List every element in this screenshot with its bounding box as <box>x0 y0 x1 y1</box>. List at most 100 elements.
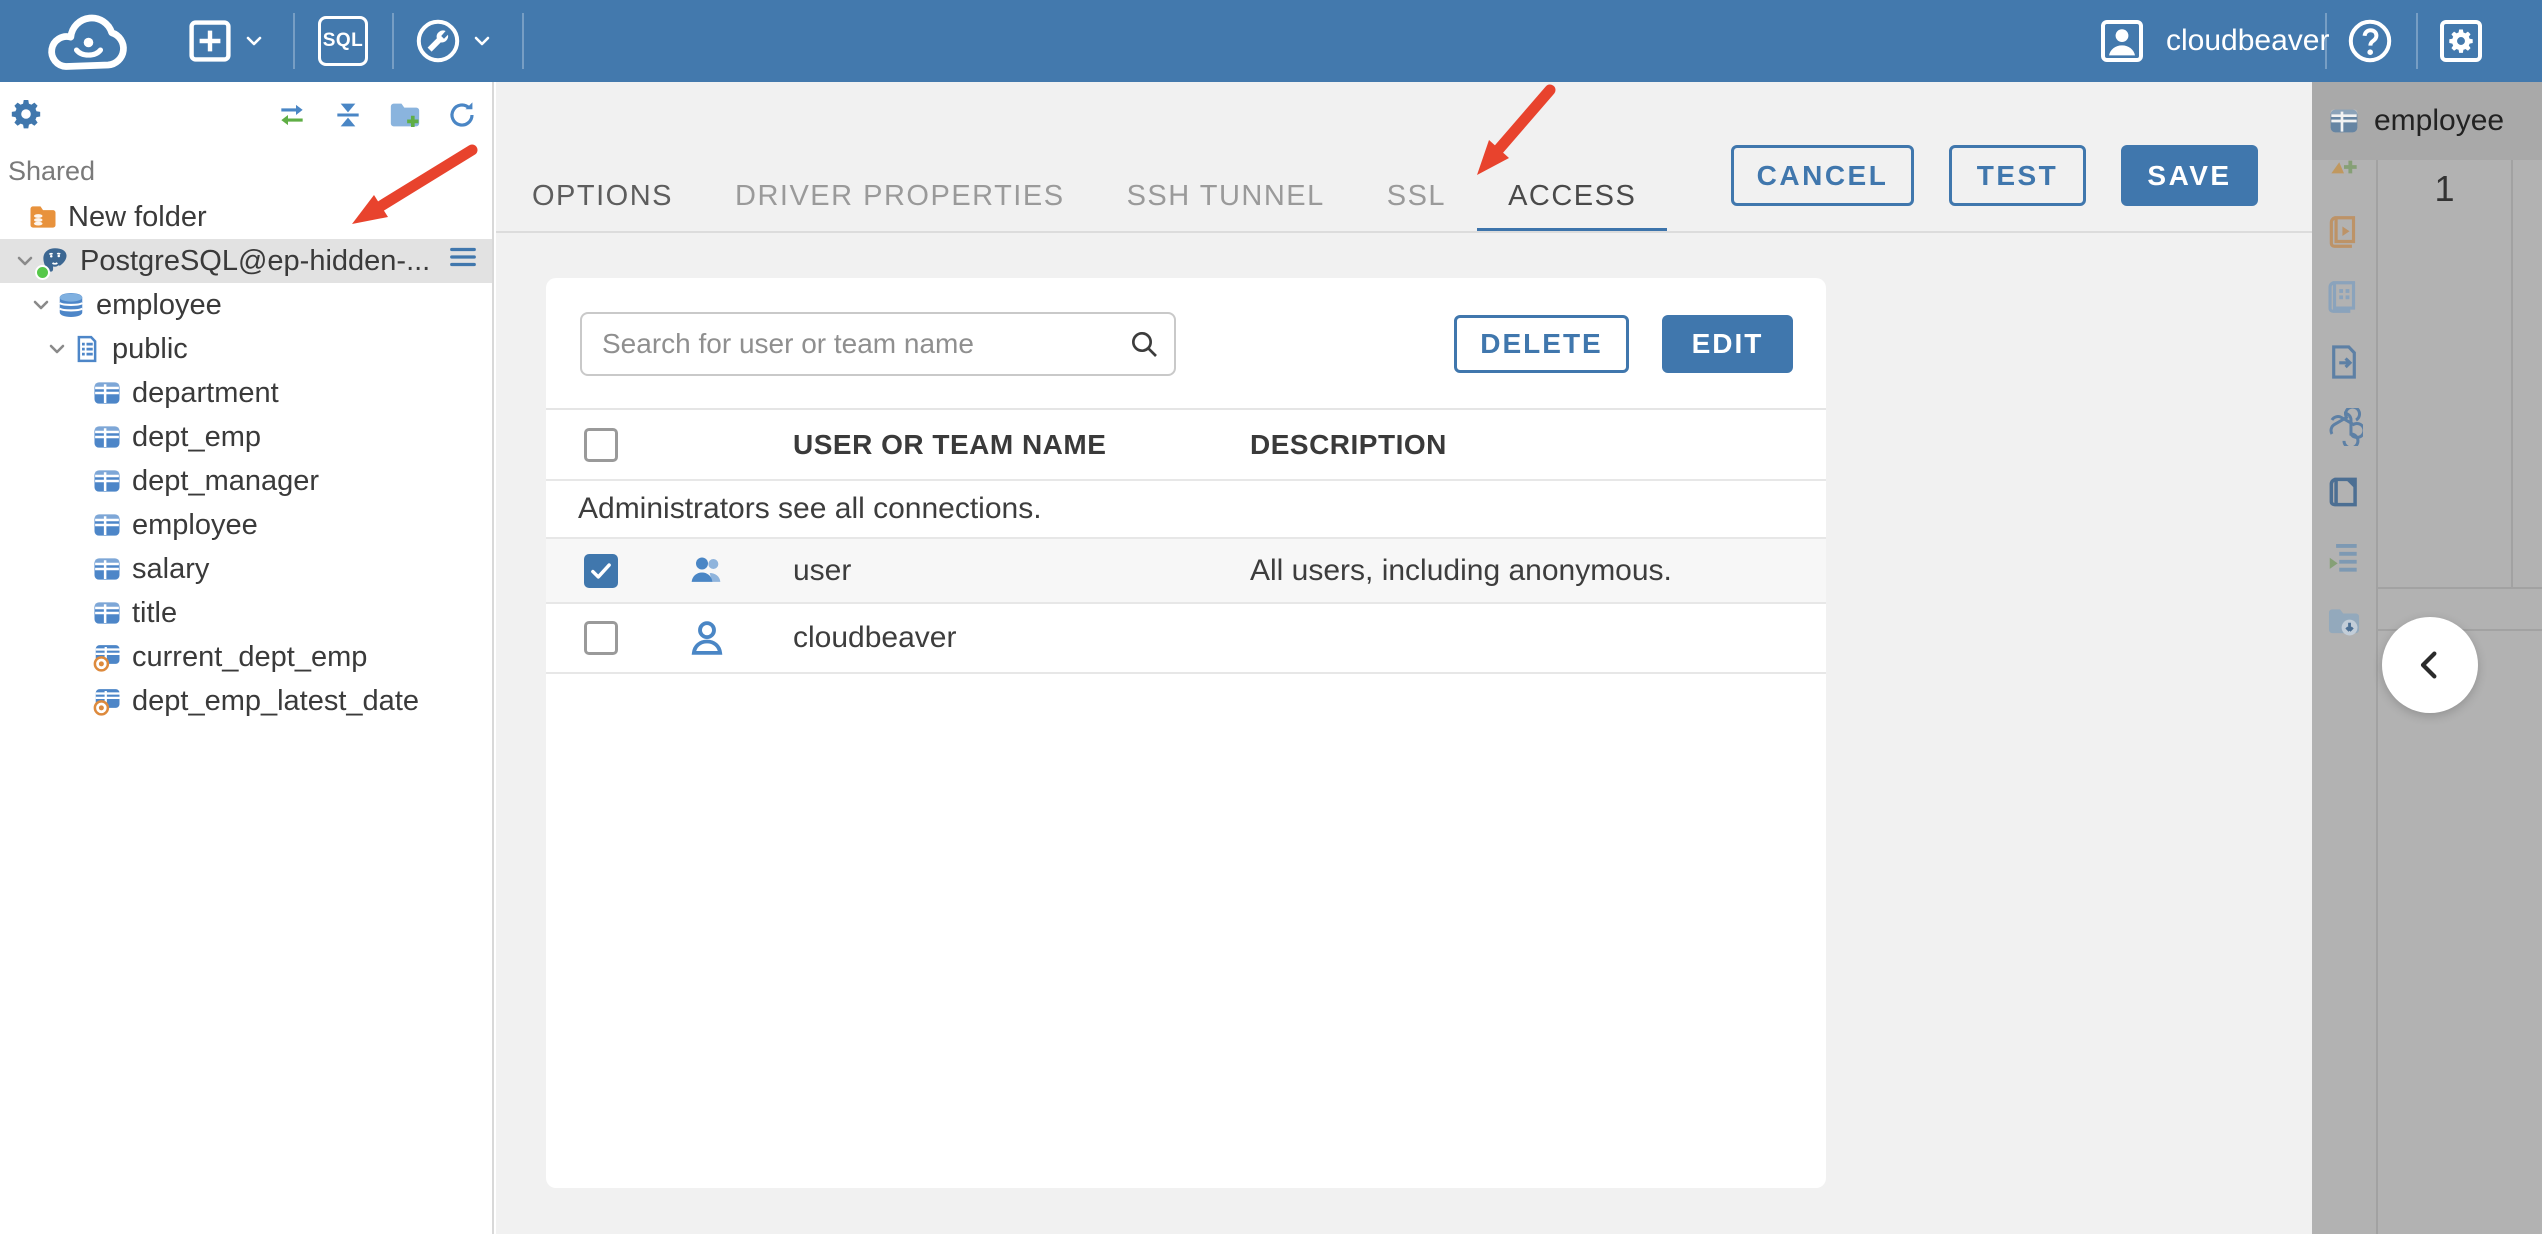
tree-item-postgresql-connection[interactable]: PostgreSQL@ep-hidden-... <box>0 239 492 283</box>
toolbar-divider <box>522 13 524 69</box>
tab-ssl[interactable]: SSL <box>1356 160 1477 233</box>
top-toolbar: SQL cloudbeaver <box>0 0 2542 82</box>
tree-item-table-dept-manager[interactable]: dept_manager <box>0 459 492 503</box>
table-icon <box>92 378 122 408</box>
navigator-tree: New folder PostgreSQL@ep-hidden-... empl… <box>0 195 492 723</box>
user-name-label: cloudbeaver <box>2166 24 2330 57</box>
chevron-down-icon[interactable] <box>26 293 56 317</box>
tab-driver-properties[interactable]: DRIVER PROPERTIES <box>704 160 1096 233</box>
settings-button[interactable] <box>2437 0 2485 82</box>
tree-item-label: dept_emp <box>132 420 261 453</box>
tree-item-label: dept_emp_latest_date <box>132 684 419 717</box>
grid-bottom-divider <box>2378 587 2542 589</box>
access-table: USER OR TEAM NAME DESCRIPTION Administra… <box>546 408 1826 674</box>
tree-item-label: dept_manager <box>132 464 320 497</box>
table-header-row: USER OR TEAM NAME DESCRIPTION <box>546 410 1826 481</box>
table-row-user[interactable]: user All users, including anonymous. <box>546 539 1826 604</box>
gear-icon <box>10 98 42 130</box>
cloudbeaver-logo-icon <box>36 5 138 77</box>
table-icon <box>92 422 122 452</box>
person-icon <box>682 617 732 659</box>
tree-item-view-current-dept-emp[interactable]: current_dept_emp <box>0 635 492 679</box>
data-editor-panel: employee 1 <box>2312 82 2542 1234</box>
chevron-down-icon <box>470 29 494 53</box>
toolbar-divider <box>293 13 295 69</box>
select-all-checkbox[interactable] <box>584 427 618 462</box>
tab-employee[interactable]: employee <box>2312 82 2542 160</box>
new-connection-button[interactable] <box>186 0 266 82</box>
sql-icon: SQL <box>318 16 368 66</box>
script-icon[interactable] <box>2325 213 2363 251</box>
refresh-tree-button[interactable] <box>446 98 478 132</box>
add-icon[interactable] <box>2325 160 2363 186</box>
grid-row-number: 1 <box>2434 168 2455 209</box>
table-icon <box>2328 105 2360 137</box>
chevron-down-icon <box>242 29 266 53</box>
row-name: user <box>793 553 852 587</box>
cancel-button[interactable]: CANCEL <box>1731 145 1914 206</box>
cloudbeaver-logo <box>36 0 138 82</box>
item-menu-icon[interactable] <box>448 242 478 280</box>
tab-access[interactable]: ACCESS <box>1477 160 1668 233</box>
execution-plan-icon[interactable] <box>2325 538 2363 576</box>
search-field-wrapper <box>580 312 1176 376</box>
row-checkbox[interactable] <box>584 621 618 655</box>
tree-item-table-employee[interactable]: employee <box>0 503 492 547</box>
tab-options[interactable]: OPTIONS <box>532 160 704 233</box>
export-document-icon[interactable] <box>2325 343 2363 381</box>
test-button[interactable]: TEST <box>1949 145 2086 206</box>
sync-connection-button[interactable] <box>276 98 308 132</box>
navigator-settings-button[interactable] <box>10 98 42 130</box>
tab-ssh-tunnel[interactable]: SSH TUNNEL <box>1096 160 1356 233</box>
tree-item-table-department[interactable]: department <box>0 371 492 415</box>
navigator-toolbar <box>0 82 492 146</box>
connections-menu-button[interactable] <box>414 0 494 82</box>
sync-arrows-icon <box>276 99 308 131</box>
collapse-panel-button[interactable] <box>2382 617 2478 713</box>
ai-assistant-icon[interactable] <box>2325 408 2363 446</box>
save-results-icon[interactable] <box>2325 603 2363 641</box>
gear-square-icon <box>2437 17 2485 65</box>
row-checkbox[interactable] <box>584 553 618 588</box>
team-icon <box>682 551 732 591</box>
grid-form-icon[interactable] <box>2325 278 2363 316</box>
table-icon <box>92 554 122 584</box>
toolbar-divider <box>392 13 394 69</box>
tree-item-new-folder[interactable]: New folder <box>0 195 492 239</box>
tree-item-label: employee <box>96 288 222 321</box>
tree-item-label: current_dept_emp <box>132 640 368 673</box>
tree-item-database-employee[interactable]: employee <box>0 283 492 327</box>
tree-item-table-title[interactable]: title <box>0 591 492 635</box>
search-input[interactable] <box>580 312 1176 376</box>
tree-item-label: PostgreSQL@ep-hidden-... <box>80 244 431 277</box>
row-name: cloudbeaver <box>793 621 957 654</box>
tree-item-label: New folder <box>68 200 207 233</box>
view-icon <box>92 686 122 716</box>
user-menu-button[interactable]: cloudbeaver <box>2098 0 2329 82</box>
tree-item-label: department <box>132 376 279 409</box>
tree-item-table-dept-emp[interactable]: dept_emp <box>0 415 492 459</box>
collapse-all-button[interactable] <box>332 98 364 132</box>
chevron-down-icon[interactable] <box>42 337 72 361</box>
access-panel: DELETE EDIT USER OR TEAM NAME DESCRIPTIO… <box>546 278 1826 1188</box>
tree-item-table-salary[interactable]: salary <box>0 547 492 591</box>
open-panel-icon[interactable] <box>2325 473 2363 511</box>
row-description: All users, including anonymous. <box>1250 553 1672 587</box>
sql-editor-button[interactable]: SQL <box>318 0 368 82</box>
tree-item-label: salary <box>132 552 210 585</box>
help-icon <box>2346 17 2394 65</box>
delete-button[interactable]: DELETE <box>1454 315 1629 373</box>
connection-edit-dialog: OPTIONS DRIVER PROPERTIES SSH TUNNEL SSL… <box>496 82 2312 1234</box>
save-button[interactable]: SAVE <box>2121 145 2258 206</box>
cloudbeaver-app: SQL cloudbeaver Shared New folder Postgr… <box>0 0 2542 1234</box>
tree-item-view-dept-emp-latest-date[interactable]: dept_emp_latest_date <box>0 679 492 723</box>
search-icon[interactable] <box>1128 328 1160 360</box>
toolbar-divider <box>2325 13 2327 69</box>
toolbar-divider <box>2416 13 2418 69</box>
new-folder-button[interactable] <box>388 98 422 132</box>
tree-item-schema-public[interactable]: public <box>0 327 492 371</box>
database-navigator: Shared New folder PostgreSQL@ep-hidden-.… <box>0 82 494 1234</box>
edit-button[interactable]: EDIT <box>1662 315 1793 373</box>
table-row-cloudbeaver[interactable]: cloudbeaver <box>546 604 1826 674</box>
help-button[interactable] <box>2346 0 2394 82</box>
